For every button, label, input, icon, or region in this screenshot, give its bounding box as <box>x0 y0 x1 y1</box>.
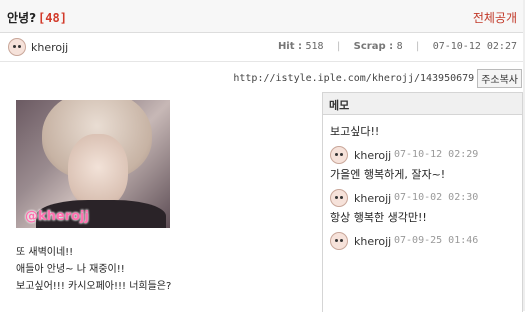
memo-header: 메모 <box>323 93 522 115</box>
memo-user[interactable]: kherojj <box>354 192 391 205</box>
avatar[interactable] <box>330 189 348 207</box>
avatar[interactable] <box>8 38 26 56</box>
post-photo[interactable]: @kherojj <box>16 100 170 228</box>
memo-date: 07-09-25 01:46 <box>394 235 479 246</box>
post-title[interactable]: 안녕? [48] <box>7 9 67 26</box>
memo-meta: kherojj 07-09-25 01:46 <box>330 232 478 250</box>
hit-value: 518 <box>305 41 324 52</box>
memo-item: 항상 행복한 생각만!! kherojj 07-09-25 01:46 <box>330 209 478 250</box>
url-row: http://istyle.iple.com/kherojj/143950679… <box>233 69 522 88</box>
memo-meta: kherojj 07-10-12 02:29 <box>330 146 478 164</box>
hit-label: Hit <box>277 41 295 52</box>
visibility-label[interactable]: 전체공개 <box>473 9 517 26</box>
post-datetime: 07-10-12 02:27 <box>432 41 517 52</box>
memo-title: 메모 <box>329 99 350 112</box>
memo-text: 보고싶다!! <box>330 125 380 138</box>
avatar[interactable] <box>330 232 348 250</box>
photo-watermark: @kherojj <box>25 209 89 224</box>
avatar[interactable] <box>330 146 348 164</box>
hit-colon: : <box>294 41 306 52</box>
memo-user[interactable]: kherojj <box>354 235 391 248</box>
memo-item: 가을엔 행복하게, 잘자~! kherojj 07-10-02 02:30 <box>330 166 478 207</box>
memo-user[interactable]: kherojj <box>354 149 391 162</box>
scrap-colon: : <box>385 41 397 52</box>
post-url[interactable]: http://istyle.iple.com/kherojj/143950679 <box>233 73 474 84</box>
scrap-label: Scrap <box>353 41 386 52</box>
post-header: 안녕? [48] 전체공개 <box>0 0 525 33</box>
stats-divider: | <box>335 41 342 52</box>
photo-face <box>68 134 128 208</box>
stats-divider: | <box>414 41 421 52</box>
memo-text: 가을엔 행복하게, 잘자~! <box>330 168 446 181</box>
post-stats: Hit : 518 | Scrap : 8 | 07-10-12 02:27 <box>278 41 517 52</box>
memo-meta: kherojj 07-10-02 02:30 <box>330 189 478 207</box>
memo-date: 07-10-02 02:30 <box>394 192 479 203</box>
scrap-value: 8 <box>396 41 403 52</box>
author-name[interactable]: kherojj <box>31 41 68 54</box>
post-meta: kherojj Hit : 518 | Scrap : 8 | 07-10-12… <box>0 33 525 62</box>
post-body: 또 새벽이네!! 애들아 안녕~ 나 재중이!! 보고싶어!!! 카시오페아!!… <box>16 244 171 295</box>
body-line: 보고싶어!!! 카시오페아!!! 너희들은? <box>16 281 172 292</box>
memo-date: 07-10-12 02:29 <box>394 149 479 160</box>
body-line: 애들아 안녕~ 나 재중이!! <box>16 264 125 275</box>
memo-panel: 메모 보고싶다!! kherojj 07-10-12 02:29 가을엔 행복하… <box>322 92 523 312</box>
copy-url-button[interactable]: 주소복사 <box>477 69 522 88</box>
comment-count[interactable]: [48] <box>38 11 67 25</box>
memo-item: 보고싶다!! kherojj 07-10-12 02:29 <box>330 123 478 164</box>
body-line: 또 새벽이네!! <box>16 247 74 258</box>
post-title-text[interactable]: 안녕? <box>7 11 36 25</box>
memo-text: 항상 행복한 생각만!! <box>330 211 427 224</box>
